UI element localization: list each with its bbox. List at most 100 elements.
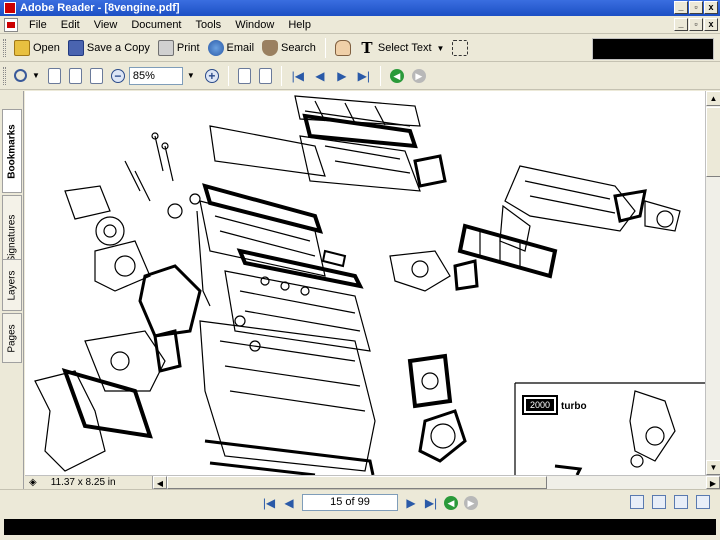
title-bar: Adobe Reader - [8vengine.pdf] _ ▫ x — [0, 0, 720, 16]
email-button[interactable]: Email — [204, 37, 259, 59]
scroll-right-arrow-icon[interactable]: ▶ — [706, 476, 720, 489]
page-layout-buttons — [630, 495, 710, 509]
minimize-button[interactable]: _ — [674, 1, 688, 14]
view-toolbar: ▼ − 85% ▼ + |◀ ◀ ▶ ▶| ◀ ▶ — [0, 62, 720, 90]
navigation-pane-tabs: Bookmarks Signatures Layers Pages — [0, 91, 24, 489]
horizontal-scroll-thumb[interactable] — [167, 476, 547, 489]
menu-edit[interactable]: Edit — [54, 19, 87, 31]
save-copy-label: Save a Copy — [86, 42, 150, 54]
toolbar-separator — [280, 65, 282, 86]
previous-view-button[interactable]: ◀ — [386, 65, 408, 87]
chevron-down-icon[interactable]: ▼ — [437, 44, 445, 53]
first-page-button[interactable]: |◀ — [287, 65, 309, 87]
chevron-down-icon[interactable]: ▼ — [32, 71, 40, 80]
page-size-indicator: ◈ 11.37 x 8.25 in — [25, 475, 153, 490]
search-label: Search — [281, 42, 316, 54]
page-size-text: 11.37 x 8.25 in — [50, 477, 116, 488]
fit-width-icon — [89, 67, 103, 84]
select-text-button[interactable]: T Select Text ▼ — [355, 37, 449, 59]
last-page-button[interactable]: ▶| — [353, 65, 375, 87]
close-button[interactable]: x — [704, 1, 718, 14]
save-copy-button[interactable]: Save a Copy — [64, 37, 154, 59]
floppy-disk-icon — [67, 40, 84, 56]
doc-minimize-button[interactable]: _ — [674, 18, 688, 31]
menu-tools[interactable]: Tools — [189, 19, 229, 31]
continuous-page-icon[interactable] — [652, 495, 666, 509]
actual-size-icon — [47, 67, 61, 84]
single-page-icon[interactable] — [630, 495, 644, 509]
actual-size-button[interactable] — [44, 65, 65, 87]
menu-view[interactable]: View — [87, 19, 125, 31]
adobe-reader-icon — [4, 2, 16, 14]
redacted-taskbar — [4, 519, 716, 535]
scroll-left-arrow-icon[interactable]: ◀ — [153, 476, 167, 489]
reflow-button[interactable] — [255, 65, 276, 87]
vertical-scroll-thumb[interactable] — [706, 107, 720, 177]
rotate-button[interactable] — [234, 65, 255, 87]
zoom-tool-button[interactable]: ▼ — [10, 65, 44, 87]
zoom-in-button[interactable]: + — [201, 65, 223, 87]
document-icon[interactable] — [4, 17, 18, 32]
doc-close-button[interactable]: x — [704, 18, 718, 31]
open-label: Open — [33, 42, 60, 54]
previous-page-icon[interactable]: ◀ — [282, 496, 296, 510]
minus-icon: − — [110, 68, 125, 83]
print-button[interactable]: Print — [154, 37, 204, 59]
zoom-out-button[interactable]: − — [107, 65, 129, 87]
vertical-scrollbar[interactable]: ▲ ▼ — [705, 91, 720, 475]
toolbar-separator — [227, 65, 229, 86]
last-page-icon[interactable]: ▶| — [424, 496, 438, 510]
plus-icon: + — [204, 68, 219, 83]
tab-layers[interactable]: Layers — [2, 259, 22, 311]
horizontal-scroll-row: ◈ 11.37 x 8.25 in ◀ ▶ — [25, 475, 720, 490]
next-page-button[interactable]: ▶ — [331, 65, 353, 87]
next-page-icon: ▶ — [337, 68, 347, 83]
zoom-field[interactable]: 85% — [128, 66, 183, 85]
menu-file[interactable]: File — [22, 19, 54, 31]
zoom-value: 85% — [132, 69, 155, 82]
window-controls: _ ▫ x — [674, 1, 718, 14]
snapshot-button[interactable] — [448, 37, 472, 59]
hand-tool-button[interactable] — [331, 37, 355, 59]
horizontal-scroll-track[interactable] — [167, 476, 706, 489]
forward-arrow-icon[interactable]: ▶ — [464, 495, 478, 510]
fit-width-button[interactable] — [86, 65, 107, 87]
open-button[interactable]: Open — [10, 37, 64, 59]
tab-bookmarks[interactable]: Bookmarks — [2, 109, 22, 193]
toolbar-grip[interactable] — [3, 39, 6, 57]
turbo-label: turbo — [561, 401, 587, 412]
restore-button[interactable]: ▫ — [689, 1, 703, 14]
menu-window[interactable]: Window — [228, 19, 281, 31]
document-view[interactable]: 2000 turbo — [25, 91, 705, 475]
status-bar: |◀ ◀ 15 of 99 ▶ ▶| ◀ ▶ — [0, 489, 720, 515]
back-arrow-icon[interactable]: ◀ — [444, 495, 458, 510]
next-page-icon[interactable]: ▶ — [404, 496, 418, 510]
printer-icon — [157, 40, 174, 56]
search-button[interactable]: Search — [258, 37, 320, 59]
binoculars-icon — [262, 40, 279, 56]
window-title: Adobe Reader - [8vengine.pdf] — [20, 2, 180, 14]
page-number-field[interactable]: 15 of 99 — [302, 494, 398, 511]
page-size-icon: ◈ — [29, 477, 37, 488]
zoom-dropdown-icon[interactable]: ▼ — [187, 71, 195, 80]
folder-icon — [14, 40, 30, 56]
scroll-up-arrow-icon[interactable]: ▲ — [706, 91, 720, 106]
first-page-icon[interactable]: |◀ — [262, 496, 276, 510]
continuous-facing-icon[interactable] — [696, 495, 710, 509]
email-globe-icon — [207, 40, 224, 56]
tab-pages[interactable]: Pages — [2, 313, 22, 363]
select-text-label: Select Text — [377, 42, 432, 54]
menu-help[interactable]: Help — [281, 19, 318, 31]
engine-exploded-diagram — [34, 95, 705, 475]
previous-page-icon: ◀ — [315, 68, 325, 83]
first-page-icon: |◀ — [291, 68, 305, 83]
previous-page-button[interactable]: ◀ — [309, 65, 331, 87]
menu-document[interactable]: Document — [124, 19, 188, 31]
toolbar-grip[interactable] — [3, 66, 6, 85]
next-view-button[interactable]: ▶ — [408, 65, 430, 87]
fit-page-button[interactable] — [65, 65, 86, 87]
scroll-down-arrow-icon[interactable]: ▼ — [706, 460, 720, 475]
facing-pages-icon[interactable] — [674, 495, 688, 509]
doc-restore-button[interactable]: ▫ — [689, 18, 703, 31]
hand-icon — [334, 40, 351, 56]
